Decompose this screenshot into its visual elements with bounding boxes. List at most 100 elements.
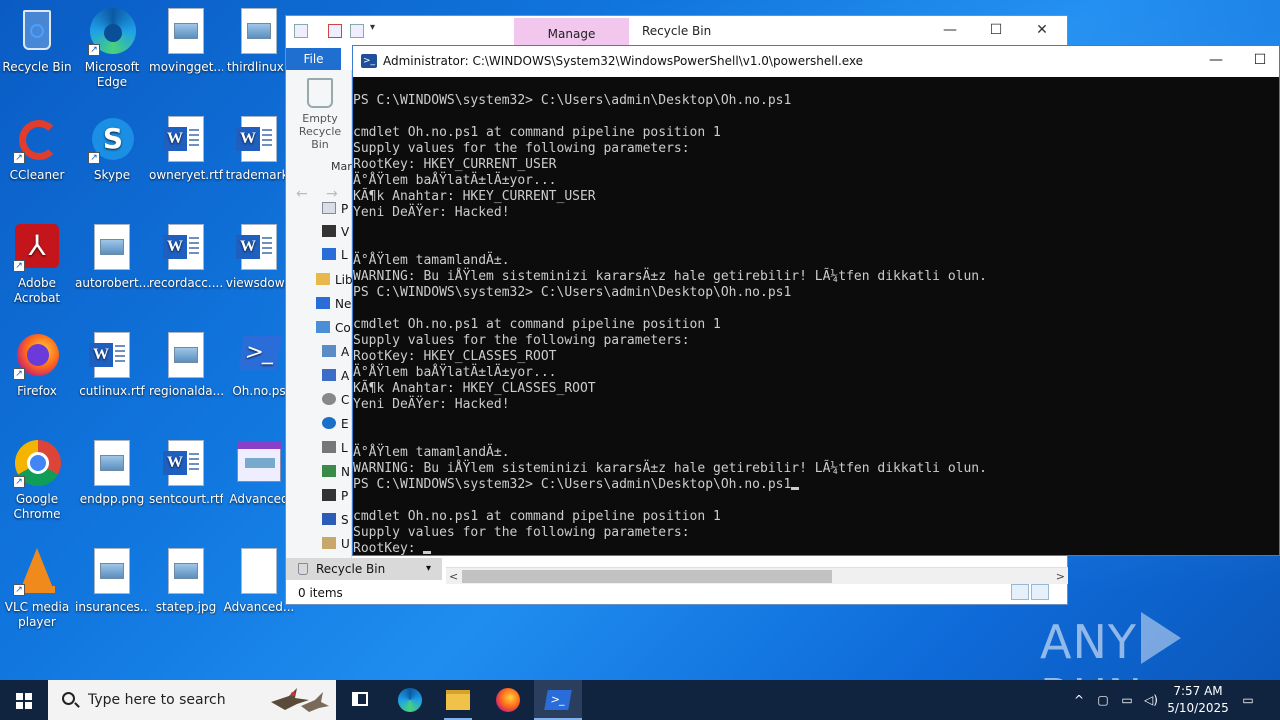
desktop-icon-recordacc[interactable]: W recordacc.... bbox=[149, 224, 223, 291]
maximize-icon[interactable]: ☐ bbox=[1237, 46, 1280, 76]
powershell-script-icon: >_ bbox=[235, 332, 283, 380]
desktop-icon-firefox[interactable]: ↗ Firefox bbox=[0, 332, 74, 399]
nav-label: Lib bbox=[335, 273, 353, 287]
minimize-icon[interactable]: — bbox=[927, 16, 973, 46]
nav-item[interactable]: P bbox=[322, 485, 348, 507]
search-box[interactable]: Type here to search bbox=[48, 680, 336, 720]
console-line: Ä°ÅŸlem tamamlandÄ±. bbox=[353, 445, 510, 460]
nav-item[interactable]: E bbox=[322, 413, 349, 435]
customize-quick-access-icon[interactable]: ▾ bbox=[370, 22, 375, 33]
admin-tools-icon bbox=[322, 345, 336, 357]
nav-item-network[interactable]: Ne bbox=[316, 293, 351, 315]
image-file-icon bbox=[88, 548, 136, 596]
desktop-icon-google-chrome[interactable]: ↗ Google Chrome bbox=[0, 440, 74, 522]
desktop-icon-movingget[interactable]: movingget.... bbox=[149, 8, 223, 75]
volume-icon[interactable]: ◁) bbox=[1140, 680, 1162, 720]
console-line: WARNING: Bu iÅŸlem sisteminizi kararsÄ±z… bbox=[353, 461, 987, 476]
empty-recycle-bin-label: Empty Recycle Bin bbox=[298, 112, 342, 151]
clock-date: 5/10/2025 bbox=[1167, 701, 1229, 715]
nav-label: A bbox=[341, 345, 350, 359]
horizontal-scrollbar[interactable]: < > bbox=[446, 567, 1068, 584]
search-placeholder: Type here to search bbox=[88, 692, 226, 708]
nav-item[interactable]: L bbox=[322, 244, 348, 266]
nav-item[interactable]: S bbox=[322, 509, 349, 531]
desktop-icon-label: Recycle Bin bbox=[2, 60, 72, 74]
scrollbar-thumb[interactable] bbox=[462, 570, 832, 583]
taskbar-powershell-button[interactable]: >_ bbox=[534, 680, 582, 720]
nav-item-recycle-bin[interactable]: Recycle Bin ▾ bbox=[286, 558, 442, 580]
nav-item[interactable]: U bbox=[322, 533, 350, 555]
shortcut-arrow-icon: ↗ bbox=[88, 44, 100, 56]
desktop-icon-autorobert[interactable]: autorobert.... bbox=[75, 224, 149, 291]
desktop-icon-cutlinux[interactable]: W cutlinux.rtf bbox=[75, 332, 149, 399]
desktop-icon-skype[interactable]: S ↗ Skype bbox=[75, 116, 149, 183]
details-view-icon[interactable] bbox=[1011, 584, 1029, 600]
large-icons-view-icon[interactable] bbox=[1031, 584, 1049, 600]
scroll-right-icon[interactable]: > bbox=[1056, 568, 1065, 585]
desktop-icon-ccleaner[interactable]: ↗ CCleaner bbox=[0, 116, 74, 183]
taskbar-file-explorer-button[interactable] bbox=[434, 680, 482, 720]
nav-item[interactable]: A bbox=[322, 341, 349, 363]
powershell-title-bar[interactable]: >_ Administrator: C:\WINDOWS\System32\Wi… bbox=[353, 46, 1279, 77]
nav-label: Ne bbox=[335, 297, 352, 311]
task-view-button[interactable] bbox=[336, 680, 384, 720]
nav-item[interactable]: N bbox=[322, 461, 350, 483]
desktop-icon-adobe-acrobat[interactable]: ⅄ ↗ Adobe Acrobat bbox=[0, 224, 74, 306]
tab-manage[interactable]: Manage bbox=[514, 18, 629, 48]
quick-access-recycle-icon[interactable] bbox=[294, 24, 308, 38]
console-output[interactable]: PS C:\WINDOWS\system32> C:\Users\admin\D… bbox=[353, 77, 1280, 555]
desktop-icon-recycle-bin[interactable]: Recycle Bin bbox=[0, 8, 74, 75]
meet-now-icon[interactable]: ▢ bbox=[1092, 680, 1114, 720]
scroll-left-icon[interactable]: < bbox=[449, 568, 458, 585]
back-arrow-icon[interactable]: ← bbox=[296, 186, 308, 202]
nav-item[interactable]: V bbox=[322, 221, 349, 243]
desktop-icon-microsoft-edge[interactable]: ↗ Microsoft Edge bbox=[75, 8, 149, 90]
desktop-icon-sentcourt[interactable]: W sentcourt.rtf bbox=[149, 440, 223, 507]
scroll-down-icon[interactable]: ▾ bbox=[426, 558, 431, 580]
desktop-icon-insurances[interactable]: insurances.... bbox=[75, 548, 149, 615]
desktop-icon-statep[interactable]: statep.jpg bbox=[149, 548, 223, 615]
show-hidden-icons-icon[interactable]: ^ bbox=[1068, 680, 1090, 720]
windows-logo-icon bbox=[16, 693, 32, 709]
desktop-icon-owneryet[interactable]: W owneryet.rtf bbox=[149, 116, 223, 183]
clock[interactable]: 7:57 AM 5/10/2025 bbox=[1160, 683, 1236, 717]
powershell-window[interactable]: >_ Administrator: C:\WINDOWS\System32\Wi… bbox=[352, 45, 1280, 556]
word-doc-icon: W bbox=[235, 224, 283, 272]
desktop-icon-vlc[interactable]: ↗ VLC media player bbox=[0, 548, 74, 630]
desktop-icon-label: recordacc.... bbox=[149, 276, 223, 290]
start-button[interactable] bbox=[0, 680, 48, 720]
nav-label: L bbox=[341, 248, 348, 262]
minimize-icon[interactable]: — bbox=[1193, 46, 1239, 76]
nav-item-libraries[interactable]: Lib bbox=[316, 269, 353, 291]
file-explorer-icon bbox=[446, 690, 470, 710]
network-icon[interactable]: ▭ bbox=[1116, 680, 1138, 720]
powershell-icon: >_ bbox=[544, 690, 572, 710]
videos-icon bbox=[322, 225, 336, 237]
taskbar-edge-button[interactable] bbox=[386, 680, 434, 720]
empty-recycle-bin-button[interactable]: Empty Recycle Bin bbox=[289, 78, 351, 151]
nav-item[interactable]: P bbox=[322, 198, 348, 220]
tab-file[interactable]: File bbox=[286, 48, 341, 70]
desktop-icon-regionalda[interactable]: regionalda... bbox=[149, 332, 223, 399]
color-management-icon bbox=[322, 393, 336, 405]
desktop-icon-label: Skype bbox=[93, 168, 131, 182]
nav-item-control-panel[interactable]: Co bbox=[316, 317, 351, 339]
taskbar-firefox-button[interactable] bbox=[484, 680, 532, 720]
notifications-icon[interactable]: ▭ bbox=[1236, 680, 1260, 720]
new-folder-icon[interactable] bbox=[350, 24, 364, 38]
firefox-icon bbox=[496, 688, 520, 712]
nav-item[interactable]: A bbox=[322, 365, 349, 387]
properties-icon[interactable] bbox=[328, 24, 342, 38]
ease-of-access-icon bbox=[322, 417, 336, 429]
recycle-bin-icon bbox=[298, 563, 308, 575]
image-file-icon bbox=[235, 8, 283, 56]
close-icon[interactable]: ✕ bbox=[1019, 16, 1065, 46]
nav-item[interactable]: L bbox=[322, 437, 348, 459]
desktop-icon-endpp[interactable]: endpp.png bbox=[75, 440, 149, 507]
explorer-title-bar[interactable]: ▾ Manage Recycle Bin — ☐ ✕ bbox=[286, 16, 1067, 48]
nav-item[interactable]: C bbox=[322, 389, 349, 411]
maximize-icon[interactable]: ☐ bbox=[973, 16, 1019, 46]
shortcut-arrow-icon: ↗ bbox=[88, 152, 100, 164]
